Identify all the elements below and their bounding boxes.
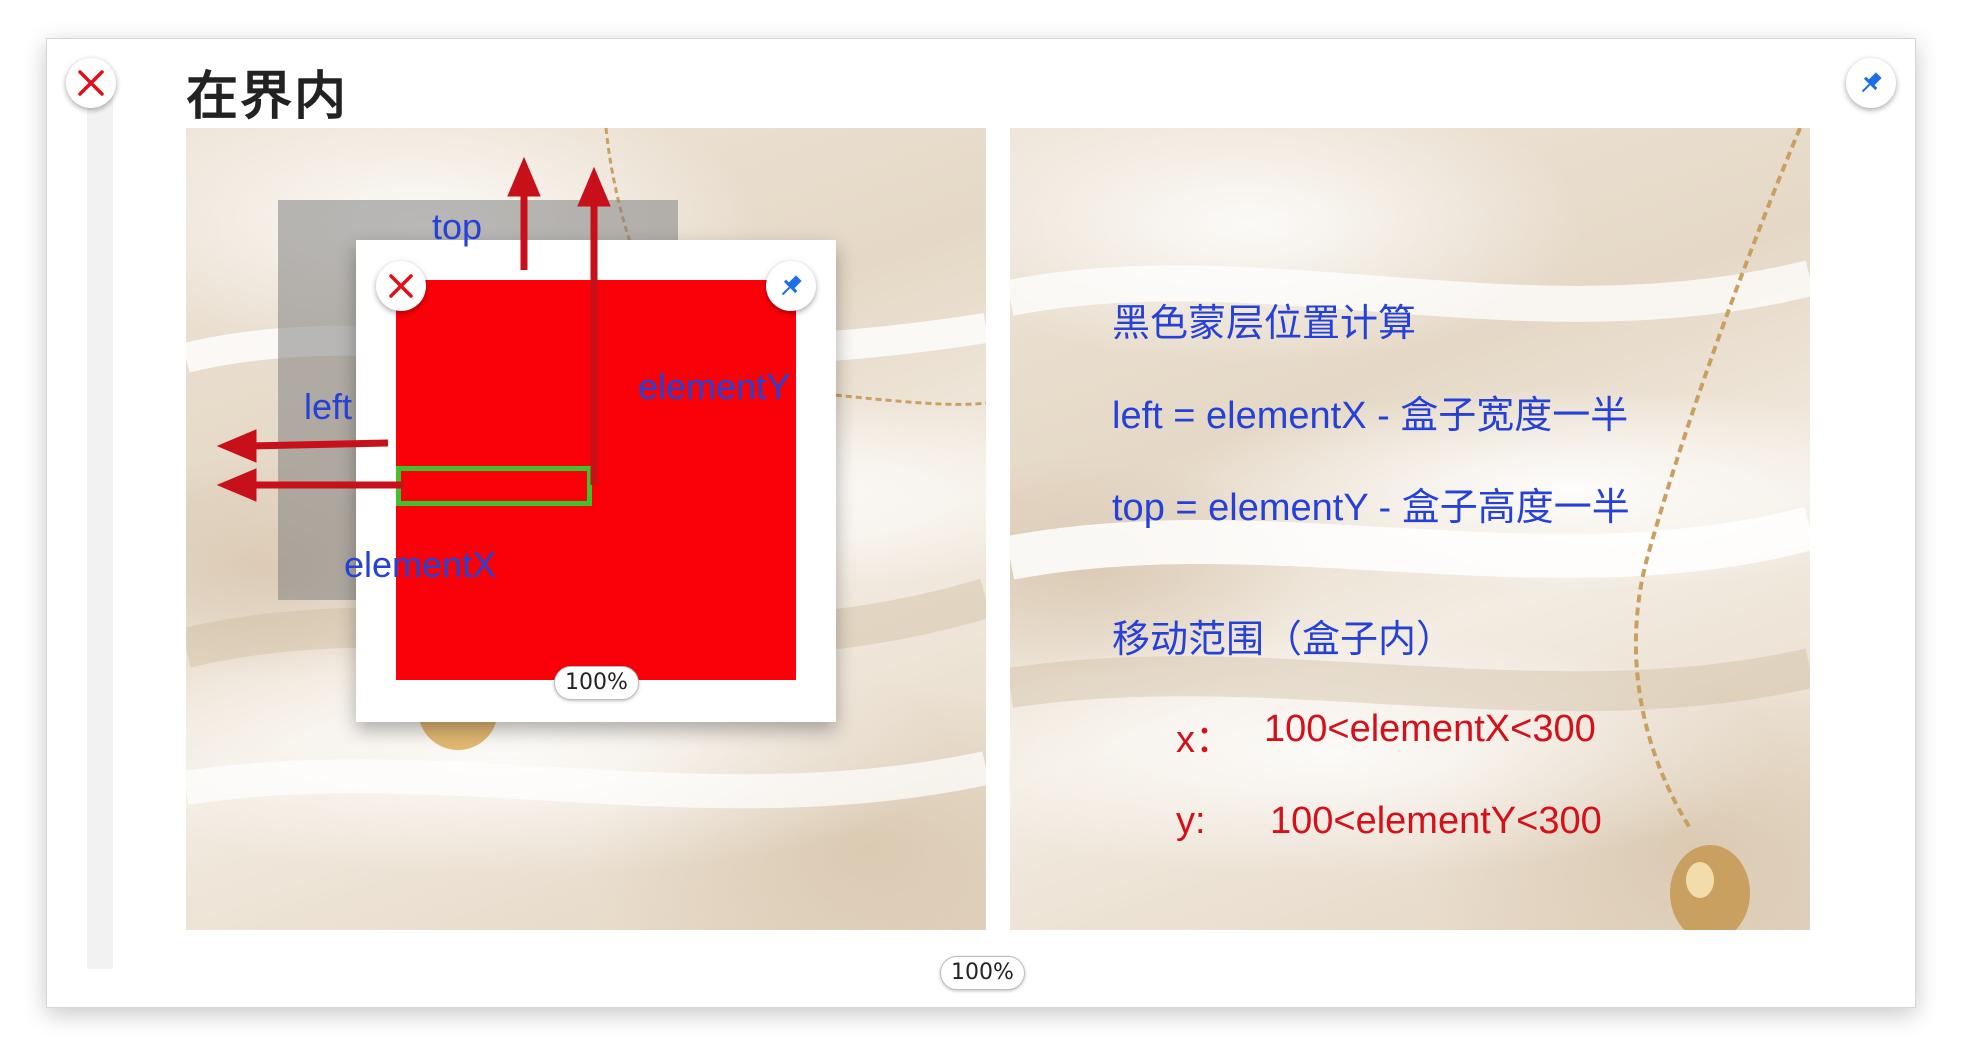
inner-close-button[interactable] [376, 261, 426, 311]
info-y-range: 100<elementY<300 [1270, 800, 1602, 842]
outer-pin-button[interactable] [1846, 58, 1896, 108]
inner-zoom-indicator[interactable]: 100% [554, 666, 639, 700]
outer-zoom-indicator[interactable]: 100% [940, 956, 1025, 990]
label-elementX: elementX [344, 544, 497, 585]
label-elementY: elementY [638, 366, 791, 407]
slide-title: 在界内 [186, 67, 349, 127]
label-top: top [432, 206, 483, 247]
element-highlight-rect [396, 466, 592, 506]
close-x-icon [78, 70, 104, 96]
info-heading: 黑色蒙层位置计算 [1112, 303, 1417, 345]
info-x-range: 100<elementX<300 [1264, 708, 1596, 750]
info-left-formula: left = elementX - 盒子宽度一半 [1112, 395, 1629, 437]
inner-pinned-window [356, 240, 836, 722]
close-x-icon [389, 274, 413, 298]
outer-close-button[interactable] [66, 58, 116, 108]
info-top-formula: top = elementY - 盒子高度一半 [1112, 487, 1630, 529]
info-y-label: y: [1176, 800, 1206, 842]
pin-icon [781, 275, 802, 296]
pin-icon [1861, 72, 1882, 93]
info-x-label: x： [1176, 719, 1234, 761]
label-left: left [304, 386, 353, 427]
info-range-heading: 移动范围（盒子内） [1112, 619, 1455, 661]
inner-pin-button[interactable] [766, 261, 816, 311]
